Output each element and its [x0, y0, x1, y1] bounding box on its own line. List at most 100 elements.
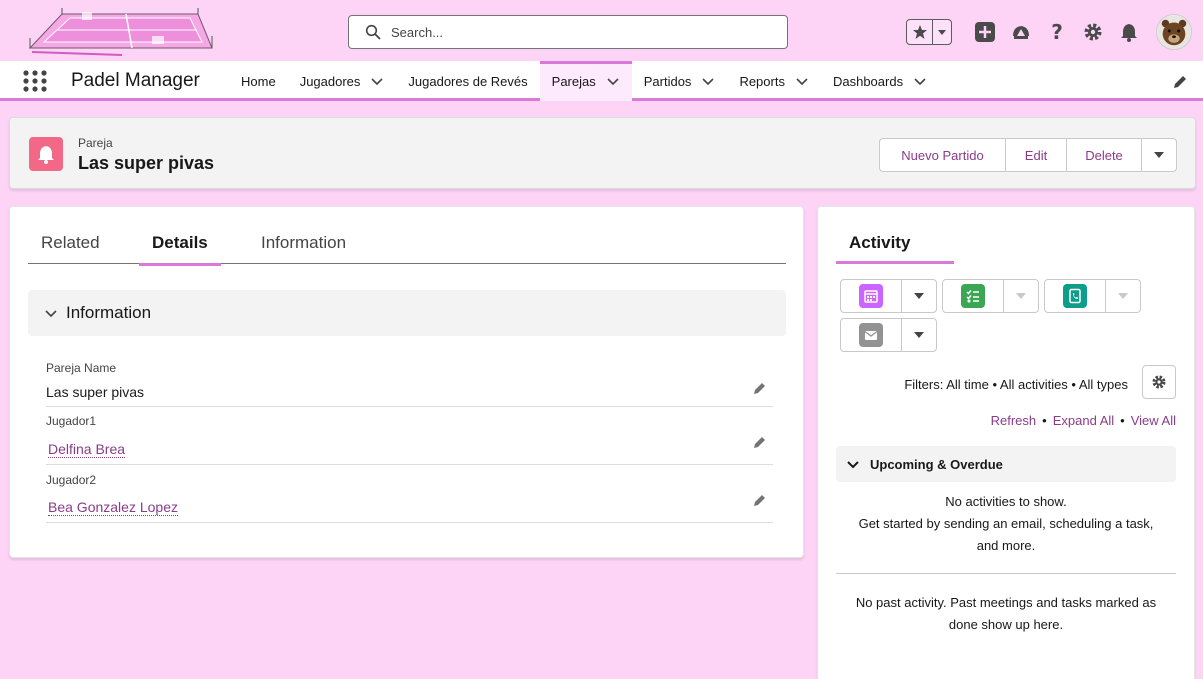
activity-panel: Activity Filters: All time • All activit… [817, 206, 1195, 679]
activity-settings-button[interactable] [1142, 365, 1176, 399]
chevron-down-icon [1154, 152, 1164, 158]
nav-tabs: Home Jugadores Jugadores de Revés Pareja… [229, 61, 939, 101]
new-task-menu-chevron-down-icon[interactable] [1004, 280, 1038, 312]
record-action-buttons: Nuevo Partido Edit Delete [879, 138, 1177, 172]
activity-divider [836, 573, 1176, 574]
upcoming-empty-line-1: No activities to show. [945, 494, 1067, 509]
search-input[interactable] [391, 24, 771, 40]
chevron-down-icon [847, 461, 859, 469]
nav-tab-label: Reports [739, 73, 785, 89]
edit-pencil-icon[interactable] [753, 435, 767, 449]
app-name: Padel Manager [71, 70, 200, 91]
record-highlights-header: Pareja Las super pivas Nuevo Partido Edi… [9, 117, 1196, 189]
notifications-bell-icon[interactable] [1118, 21, 1140, 43]
upcoming-overdue-header[interactable]: Upcoming & Overdue [836, 446, 1176, 482]
chevron-down-icon[interactable] [795, 74, 809, 88]
svg-text:?: ? [1051, 21, 1063, 43]
header-utility-icons: ? [906, 14, 1192, 50]
phone-call-icon [1063, 284, 1087, 308]
log-call-button-group [1044, 279, 1141, 313]
favorites-menu-chevron-down-icon[interactable] [933, 20, 951, 44]
email-button-group [840, 318, 937, 352]
email-icon [859, 323, 883, 347]
nav-tab-parejas[interactable]: Parejas [539, 61, 632, 101]
upcoming-empty-line-3: and more. [976, 538, 1036, 553]
calendar-icon [859, 284, 883, 308]
padel-court-logo[interactable] [22, 8, 214, 56]
setup-gear-icon[interactable] [1082, 21, 1104, 43]
record-title: Las super pivas [78, 153, 215, 173]
user-avatar[interactable] [1156, 14, 1192, 50]
tab-details[interactable]: Details [139, 225, 221, 266]
jugador1-link[interactable]: Delfina Brea [48, 441, 126, 458]
refresh-link[interactable]: Refresh [991, 413, 1037, 428]
chevron-down-icon [45, 310, 57, 318]
gear-icon [1152, 375, 1166, 389]
nav-tab-label: Jugadores de Revés [408, 73, 528, 89]
tab-related[interactable]: Related [41, 225, 100, 264]
task-list-icon [961, 284, 985, 308]
new-event-button[interactable] [841, 280, 902, 312]
record-tabs: Related Details Information [28, 225, 786, 266]
global-header: ? [0, 0, 1203, 61]
activity-filters-text: Filters: All time • All activities • All… [904, 377, 1128, 392]
add-icon[interactable] [974, 21, 996, 43]
tab-information[interactable]: Information [261, 225, 346, 264]
favorites-button-group [906, 19, 952, 45]
more-actions-button[interactable] [1142, 139, 1176, 171]
nav-tab-home[interactable]: Home [229, 61, 288, 101]
nav-tab-label: Dashboards [832, 73, 904, 89]
chevron-down-icon[interactable] [606, 74, 620, 88]
edit-nav-pencil-icon[interactable] [1172, 74, 1188, 90]
nav-tab-partidos[interactable]: Partidos [632, 61, 728, 101]
log-call-button[interactable] [1045, 280, 1106, 312]
new-event-button-group [840, 279, 937, 313]
favorites-star-icon[interactable] [907, 20, 933, 44]
expand-all-link[interactable]: Expand All [1053, 413, 1114, 428]
nav-tab-jugadores[interactable]: Jugadores [288, 61, 397, 101]
new-task-button-group [942, 279, 1039, 313]
upcoming-empty-line-2: Get started by sending an email, schedul… [858, 516, 1154, 531]
separator-dot: • [1120, 413, 1125, 428]
field-jugador1: Jugador1 Delfina Brea [46, 407, 773, 465]
field-value: Las super pivas [46, 384, 145, 400]
search-icon [365, 24, 381, 40]
view-all-link[interactable]: View All [1131, 413, 1176, 428]
app-navigation-bar: Padel Manager Home Jugadores Jugadores d… [0, 61, 1203, 101]
email-menu-chevron-down-icon[interactable] [902, 319, 936, 351]
delete-button[interactable]: Delete [1067, 139, 1142, 171]
field-label: Jugador2 [46, 473, 97, 487]
nav-tab-jugadores-de-reves[interactable]: Jugadores de Revés [396, 61, 539, 101]
jugador2-link[interactable]: Bea Gonzalez Lopez [48, 499, 178, 516]
record-object-type: Pareja [78, 136, 113, 150]
edit-pencil-icon[interactable] [753, 493, 767, 507]
edit-button[interactable]: Edit [1006, 139, 1067, 171]
log-call-menu-chevron-down-icon[interactable] [1106, 280, 1140, 312]
app-launcher-waffle-icon[interactable] [22, 69, 48, 93]
details-panel: Related Details Information Information … [9, 206, 804, 558]
activity-links: Refresh • Expand All • View All [991, 413, 1176, 428]
help-icon[interactable]: ? [1046, 21, 1068, 43]
past-empty-line-1: No past activity. Past meetings and task… [855, 595, 1157, 610]
chevron-down-icon[interactable] [701, 74, 715, 88]
nuevo-partido-button[interactable]: Nuevo Partido [880, 139, 1006, 171]
field-label: Pareja Name [46, 361, 117, 375]
chevron-down-icon[interactable] [913, 74, 927, 88]
nav-tab-label: Parejas [551, 73, 596, 89]
new-event-menu-chevron-down-icon[interactable] [902, 280, 936, 312]
upcoming-title: Upcoming & Overdue [870, 456, 1003, 472]
trailhead-icon[interactable] [1010, 21, 1032, 43]
edit-pencil-icon[interactable] [753, 381, 767, 395]
nav-tab-label: Partidos [643, 73, 692, 89]
nav-tab-dashboards[interactable]: Dashboards [821, 61, 939, 101]
global-search[interactable] [348, 15, 788, 49]
new-task-button[interactable] [943, 280, 1004, 312]
field-label: Jugador1 [46, 414, 97, 428]
separator-dot: • [1042, 413, 1047, 428]
information-section-header[interactable]: Information [28, 290, 786, 336]
email-button[interactable] [841, 319, 902, 351]
past-empty-line-2: done show up here. [948, 617, 1064, 632]
nav-tab-reports[interactable]: Reports [727, 61, 821, 101]
chevron-down-icon[interactable] [370, 74, 384, 88]
tab-activity[interactable]: Activity [836, 225, 954, 264]
